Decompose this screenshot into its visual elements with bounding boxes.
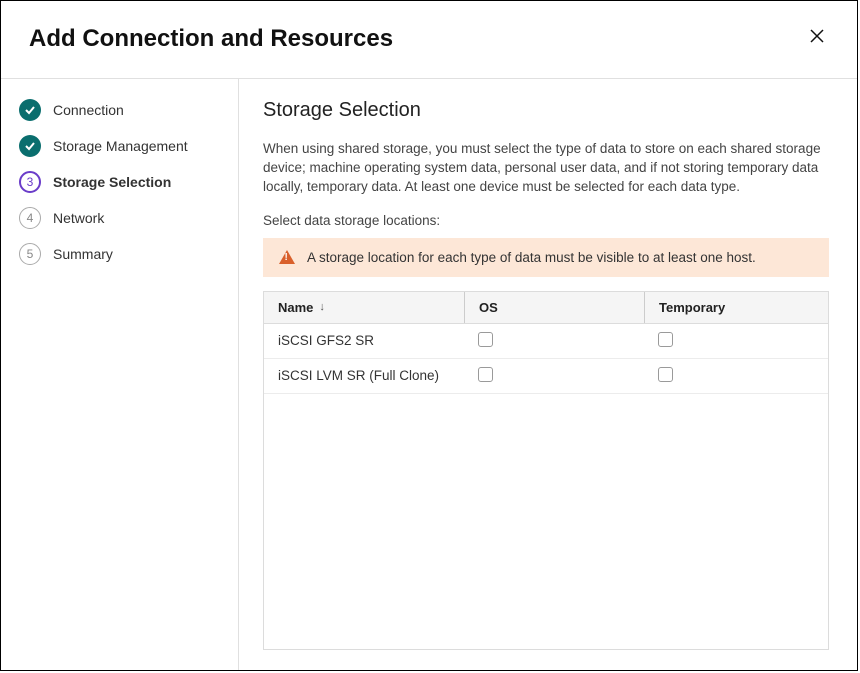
close-icon[interactable] — [805, 23, 829, 54]
page-description: When using shared storage, you must sele… — [263, 140, 829, 197]
wizard-step-summary[interactable]: 5 Summary — [19, 243, 220, 265]
temporary-cell — [644, 359, 828, 393]
os-cell — [464, 359, 644, 393]
sort-down-icon: ↓ — [319, 301, 325, 313]
page-prompt: Select data storage locations: — [263, 213, 829, 228]
wizard-step-connection[interactable]: Connection — [19, 99, 220, 121]
column-label: Temporary — [659, 300, 725, 315]
step-number-icon: 5 — [19, 243, 41, 265]
temporary-checkbox[interactable] — [658, 332, 673, 347]
step-number-icon: 3 — [19, 171, 41, 193]
step-label: Summary — [53, 246, 113, 262]
warning-banner: A storage location for each type of data… — [263, 238, 829, 277]
table-header-temporary[interactable]: Temporary — [644, 292, 828, 323]
dialog-title: Add Connection and Resources — [29, 25, 393, 53]
os-cell — [464, 324, 644, 358]
warning-text: A storage location for each type of data… — [307, 250, 756, 265]
table-header-os[interactable]: OS — [464, 292, 644, 323]
storage-name-cell: iSCSI LVM SR (Full Clone) — [264, 360, 464, 391]
table-header-row: Name ↓ OS Temporary — [264, 292, 828, 324]
step-label: Connection — [53, 102, 124, 118]
check-icon — [19, 135, 41, 157]
table-empty-space — [264, 394, 828, 649]
storage-name-cell: iSCSI GFS2 SR — [264, 325, 464, 356]
dialog-titlebar: Add Connection and Resources — [1, 1, 857, 78]
table-header-name[interactable]: Name ↓ — [264, 292, 464, 323]
wizard-step-storage-management[interactable]: Storage Management — [19, 135, 220, 157]
column-label: Name — [278, 300, 313, 315]
warning-icon — [279, 250, 295, 264]
os-checkbox[interactable] — [478, 332, 493, 347]
wizard-steps-list: Connection Storage Management 3 Storage … — [19, 99, 220, 265]
add-connection-dialog: Add Connection and Resources Connection … — [0, 0, 858, 671]
wizard-step-network[interactable]: 4 Network — [19, 207, 220, 229]
temporary-cell — [644, 324, 828, 358]
page-title: Storage Selection — [263, 99, 829, 122]
wizard-steps-sidebar: Connection Storage Management 3 Storage … — [1, 79, 239, 670]
step-label: Storage Selection — [53, 174, 171, 190]
dialog-body: Connection Storage Management 3 Storage … — [1, 79, 857, 670]
temporary-checkbox[interactable] — [658, 367, 673, 382]
column-label: OS — [479, 300, 498, 315]
step-label: Storage Management — [53, 138, 188, 154]
table-row: iSCSI GFS2 SR — [264, 324, 828, 359]
os-checkbox[interactable] — [478, 367, 493, 382]
step-label: Network — [53, 210, 104, 226]
wizard-step-storage-selection[interactable]: 3 Storage Selection — [19, 171, 220, 193]
step-number-icon: 4 — [19, 207, 41, 229]
storage-table: Name ↓ OS Temporary iSCSI GFS2 SR — [263, 291, 829, 650]
wizard-page-content: Storage Selection When using shared stor… — [239, 79, 857, 670]
table-row: iSCSI LVM SR (Full Clone) — [264, 359, 828, 394]
check-icon — [19, 99, 41, 121]
